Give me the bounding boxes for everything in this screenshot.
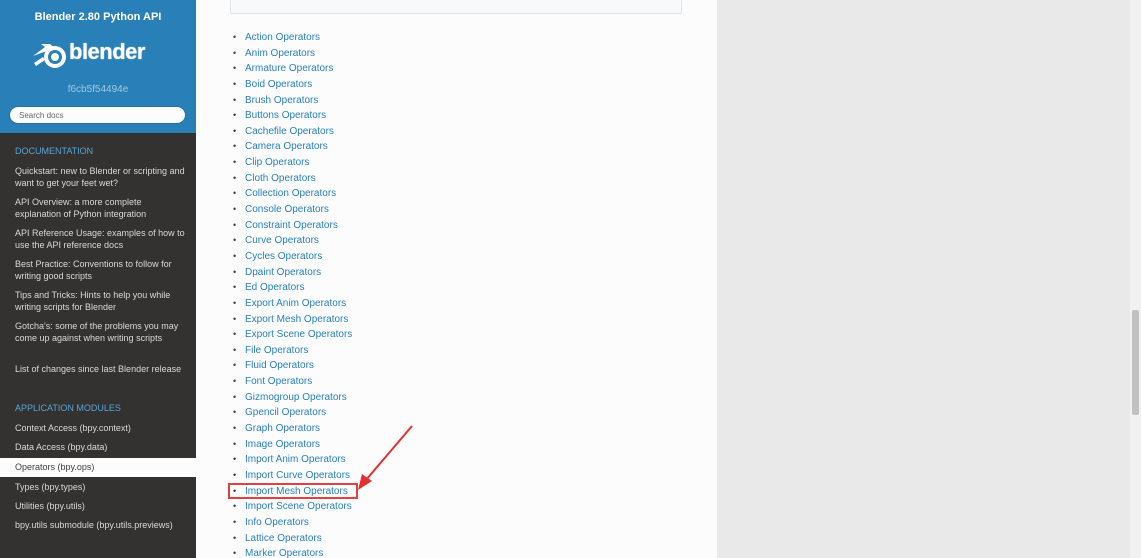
- list-item: Marker Operators: [231, 546, 352, 558]
- operator-link[interactable]: Collection Operators: [245, 188, 336, 199]
- operator-link[interactable]: Fluid Operators: [245, 360, 314, 371]
- code-block-top: brush: [230, 0, 682, 14]
- list-item: Boid Operators: [231, 77, 352, 93]
- list-item: Cloth Operators: [231, 171, 352, 187]
- logo-text: blender: [69, 39, 145, 64]
- sidebar-link-changes[interactable]: List of changes since last Blender relea…: [15, 364, 187, 376]
- scrollbar-thumb[interactable]: [1132, 310, 1139, 415]
- list-item: Import Scene Operators: [231, 499, 352, 515]
- sidebar-link-gotchas[interactable]: Gotcha's: some of the problems you may c…: [15, 321, 187, 344]
- operator-link[interactable]: Export Scene Operators: [245, 329, 352, 340]
- sidebar-link-tips-and-tricks[interactable]: Tips and Tricks: Hints to help you while…: [15, 290, 187, 313]
- operator-link[interactable]: Import Scene Operators: [245, 501, 352, 512]
- list-item: Lattice Operators: [231, 531, 352, 547]
- list-item: Clip Operators: [231, 155, 352, 171]
- list-item: Brush Operators: [231, 93, 352, 109]
- operator-link[interactable]: Console Operators: [245, 204, 329, 215]
- operator-link[interactable]: Info Operators: [245, 517, 309, 528]
- caption-documentation: DOCUMENTATION: [15, 146, 94, 156]
- sidebar-item-current-operators[interactable]: Operators (bpy.ops): [0, 458, 196, 477]
- operator-link[interactable]: Dpaint Operators: [245, 267, 321, 278]
- operator-link[interactable]: Cloth Operators: [245, 173, 316, 184]
- version-hash: f6cb5f54494e: [67, 84, 129, 95]
- sidebar-link-types[interactable]: Types (bpy.types): [15, 482, 187, 494]
- list-item: Export Scene Operators: [231, 327, 352, 343]
- operator-link[interactable]: Curve Operators: [245, 235, 319, 246]
- operator-link[interactable]: Lattice Operators: [245, 533, 322, 544]
- operator-link[interactable]: Cachefile Operators: [245, 126, 334, 137]
- operator-link[interactable]: Marker Operators: [245, 548, 323, 558]
- list-item: Import Mesh Operators: [227, 482, 359, 500]
- operator-link[interactable]: Boid Operators: [245, 79, 312, 90]
- sidebar-header: Blender 2.80 Python API blender f6cb5f54…: [0, 0, 196, 133]
- list-item: Constraint Operators: [231, 218, 352, 234]
- sidebar-link-utilities[interactable]: Utilities (bpy.utils): [15, 501, 187, 513]
- sidebar-link-api-reference-usage[interactable]: API Reference Usage: examples of how to …: [15, 228, 187, 251]
- operator-link[interactable]: Camera Operators: [245, 141, 328, 152]
- list-item: Curve Operators: [231, 233, 352, 249]
- sidebar-link-utils-previews[interactable]: bpy.utils submodule (bpy.utils.previews): [15, 520, 187, 532]
- operator-link[interactable]: Brush Operators: [245, 95, 318, 106]
- operator-link[interactable]: Constraint Operators: [245, 220, 338, 231]
- operator-link[interactable]: Import Curve Operators: [245, 470, 350, 481]
- list-item: Ed Operators: [231, 280, 352, 296]
- sidebar-link-context-access[interactable]: Context Access (bpy.context): [15, 423, 187, 435]
- operator-link[interactable]: Graph Operators: [245, 423, 320, 434]
- list-item: Fluid Operators: [231, 358, 352, 374]
- list-item: Import Curve Operators: [231, 468, 352, 484]
- blender-logo-icon[interactable]: blender: [31, 36, 167, 74]
- operator-link[interactable]: Font Operators: [245, 376, 312, 387]
- blender-logo-mark: [33, 44, 66, 68]
- list-item: Export Anim Operators: [231, 296, 352, 312]
- list-item: Collection Operators: [231, 186, 352, 202]
- list-item: File Operators: [231, 343, 352, 359]
- list-item: Gizmogroup Operators: [231, 390, 352, 406]
- list-item: Info Operators: [231, 515, 352, 531]
- operator-link[interactable]: Clip Operators: [245, 157, 309, 168]
- list-item: Console Operators: [231, 202, 352, 218]
- sidebar-link-data-access[interactable]: Data Access (bpy.data): [15, 442, 187, 454]
- list-item: Gpencil Operators: [231, 405, 352, 421]
- list-item: Dpaint Operators: [231, 265, 352, 281]
- operator-link[interactable]: Action Operators: [245, 32, 320, 43]
- main-content: brush Action Operators Anim Operators Arma…: [196, 0, 717, 558]
- operator-link[interactable]: Export Anim Operators: [245, 298, 346, 309]
- list-item: Export Mesh Operators: [231, 312, 352, 328]
- list-item: Camera Operators: [231, 139, 352, 155]
- code-fragment: brush: [315, 0, 338, 2]
- operator-link[interactable]: Gpencil Operators: [245, 407, 326, 418]
- list-item: Cycles Operators: [231, 249, 352, 265]
- search-input[interactable]: [9, 106, 186, 124]
- list-item: Anim Operators: [231, 46, 352, 62]
- operator-link[interactable]: Import Anim Operators: [245, 454, 346, 465]
- page-scrollbar[interactable]: [1130, 0, 1141, 558]
- list-item: Cachefile Operators: [231, 124, 352, 140]
- sidebar-link-operators[interactable]: Operators (bpy.ops): [15, 462, 94, 472]
- sidebar-link-quickstart[interactable]: Quickstart: new to Blender or scripting …: [15, 166, 187, 189]
- sidebar-link-best-practice[interactable]: Best Practice: Conventions to follow for…: [15, 259, 187, 282]
- operator-link[interactable]: Buttons Operators: [245, 110, 326, 121]
- sidebar: Blender 2.80 Python API blender f6cb5f54…: [0, 0, 196, 558]
- list-item: Action Operators: [231, 30, 352, 46]
- operator-link[interactable]: Gizmogroup Operators: [245, 392, 347, 403]
- list-item: Import Anim Operators: [231, 452, 352, 468]
- operator-link[interactable]: File Operators: [245, 345, 308, 356]
- operator-link[interactable]: Export Mesh Operators: [245, 314, 348, 325]
- operator-link[interactable]: Armature Operators: [245, 63, 333, 74]
- list-item: Font Operators: [231, 374, 352, 390]
- project-title[interactable]: Blender 2.80 Python API: [0, 11, 196, 23]
- operator-link[interactable]: Anim Operators: [245, 48, 315, 59]
- list-item: Graph Operators: [231, 421, 352, 437]
- list-item: Image Operators: [231, 437, 352, 453]
- list-item: Armature Operators: [231, 61, 352, 77]
- operator-link[interactable]: Cycles Operators: [245, 251, 322, 262]
- operator-link[interactable]: Ed Operators: [245, 282, 304, 293]
- operator-list: Action Operators Anim Operators Armature O…: [227, 30, 359, 558]
- caption-application-modules: APPLICATION MODULES: [15, 403, 121, 413]
- operator-link[interactable]: Image Operators: [245, 439, 320, 450]
- sidebar-link-api-overview[interactable]: API Overview: a more complete explanatio…: [15, 197, 187, 220]
- list-item: Buttons Operators: [231, 108, 352, 124]
- operator-link[interactable]: Import Mesh Operators: [245, 486, 348, 497]
